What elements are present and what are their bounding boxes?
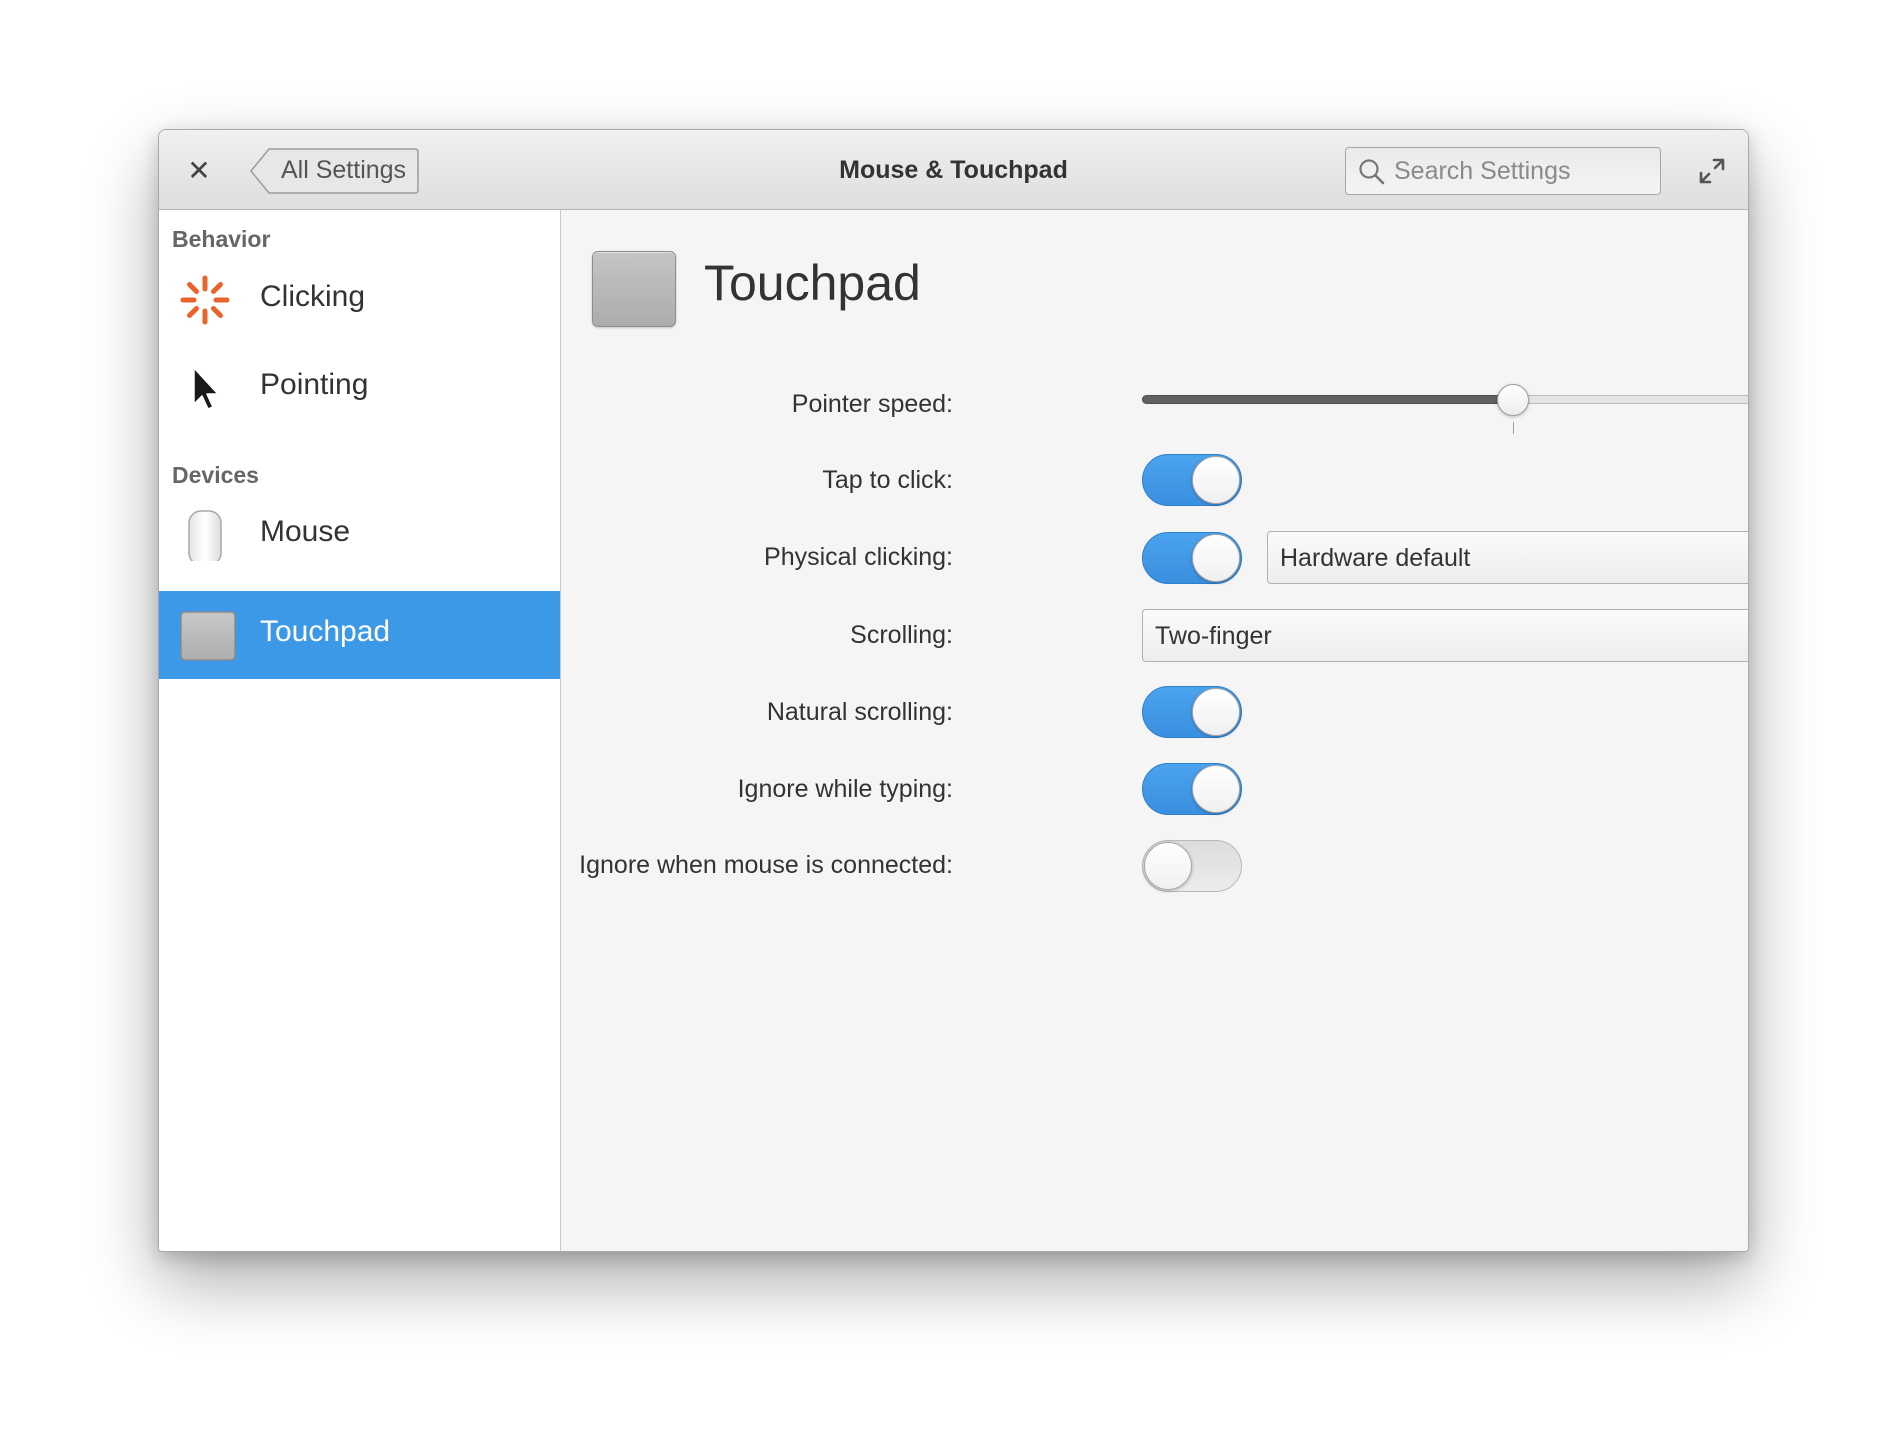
- sidebar-item-label: Pointing: [260, 368, 369, 401]
- sidebar-item-pointing[interactable]: Pointing: [159, 344, 560, 432]
- sidebar-item-clicking[interactable]: Clicking: [159, 256, 560, 344]
- tap-to-click-switch[interactable]: [1142, 454, 1242, 506]
- settings-window: ✕ All Settings Mouse & Touchpad Behavior: [158, 129, 1749, 1252]
- switch-knob: [1192, 688, 1240, 736]
- switch-knob: [1192, 456, 1240, 504]
- dropdown-value: Hardware default: [1280, 544, 1471, 572]
- touchpad-icon: [592, 251, 676, 327]
- clicking-icon: [180, 275, 230, 325]
- physical-clicking-dropdown[interactable]: Hardware default: [1267, 531, 1748, 584]
- scrolling-dropdown[interactable]: Two-finger: [1142, 609, 1748, 662]
- touchpad-icon: [180, 611, 236, 661]
- pointer-speed-label: Pointer speed:: [791, 390, 953, 418]
- close-icon: ✕: [187, 154, 211, 186]
- slider-fill: [1142, 395, 1513, 404]
- sidebar-item-label: Mouse: [260, 515, 351, 548]
- all-settings-back-button[interactable]: All Settings: [249, 148, 422, 194]
- ignore-while-typing-label: Ignore while typing:: [737, 775, 953, 803]
- maximize-icon[interactable]: [1697, 156, 1727, 186]
- sidebar-item-label: Touchpad: [260, 615, 391, 648]
- switch-knob: [1192, 765, 1240, 813]
- ignore-when-mouse-connected-switch[interactable]: [1142, 840, 1242, 892]
- sidebar: Behavior Clicking Pointing Devices Mouse…: [159, 210, 561, 1251]
- physical-clicking-label: Physical clicking:: [764, 543, 953, 571]
- section-header-devices: Devices: [172, 462, 259, 488]
- mouse-icon: [188, 510, 222, 561]
- sidebar-item-label: Clicking: [260, 280, 366, 313]
- dropdown-value: Two-finger: [1155, 622, 1272, 650]
- sidebar-item-touchpad[interactable]: Touchpad: [159, 591, 560, 679]
- natural-scrolling-label: Natural scrolling:: [766, 698, 953, 726]
- switch-knob: [1144, 842, 1192, 890]
- ignore-while-typing-switch[interactable]: [1142, 763, 1242, 815]
- slider-center-mark: [1513, 422, 1514, 434]
- physical-clicking-switch[interactable]: [1142, 532, 1242, 584]
- search-field[interactable]: [1345, 147, 1661, 195]
- title-bar: ✕ All Settings Mouse & Touchpad: [159, 130, 1748, 210]
- scrolling-label: Scrolling:: [850, 621, 953, 649]
- page-title: Touchpad: [704, 255, 921, 311]
- close-button[interactable]: ✕: [181, 152, 217, 188]
- section-header-behavior: Behavior: [172, 226, 271, 252]
- pointer-speed-slider[interactable]: [1142, 380, 1748, 440]
- touchpad-settings-pane: Touchpad Pointer speed: Tap to click: Ph…: [562, 210, 1748, 1251]
- sidebar-item-mouse[interactable]: Mouse: [159, 491, 560, 579]
- switch-knob: [1192, 534, 1240, 582]
- back-button-label: All Settings: [281, 156, 407, 184]
- pointer-icon: [193, 367, 219, 410]
- ignore-when-mouse-connected-label: Ignore when mouse is connected:: [579, 851, 953, 879]
- slider-thumb[interactable]: [1497, 384, 1529, 416]
- natural-scrolling-switch[interactable]: [1142, 686, 1242, 738]
- search-input[interactable]: [1394, 152, 1656, 190]
- tap-to-click-label: Tap to click:: [822, 466, 953, 494]
- search-icon: [1359, 159, 1385, 185]
